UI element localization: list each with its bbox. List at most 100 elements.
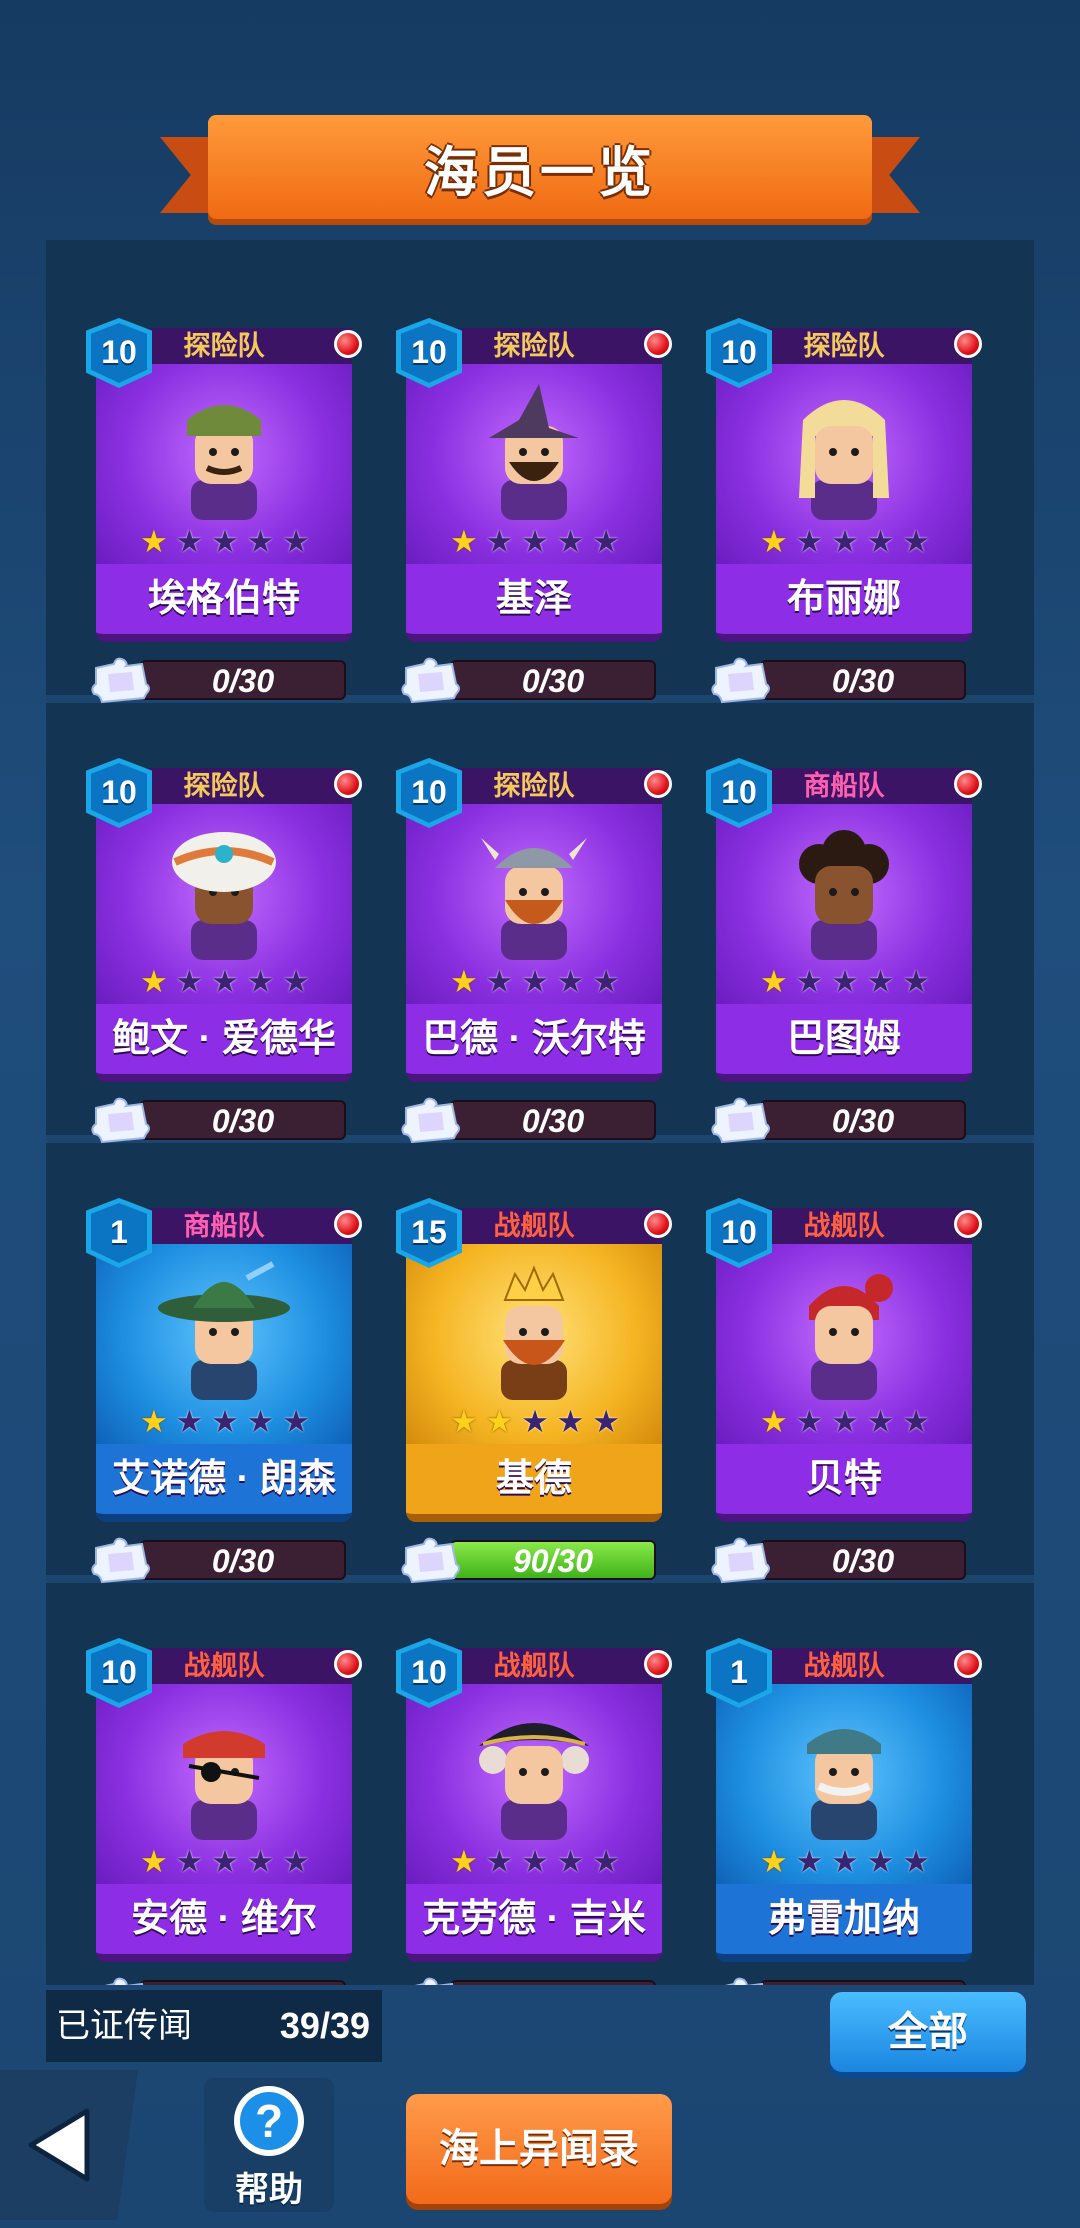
star-rating: ★ ★ ★ ★ ★: [450, 1405, 620, 1439]
fragment-count: 0/30: [211, 663, 275, 699]
crew-card[interactable]: 战舰队1★★★★★弗雷加纳0/30: [706, 1600, 982, 1985]
star-icon: ★: [902, 964, 930, 999]
star-icon: ★: [556, 524, 585, 559]
fragment-bar: 0/30: [140, 660, 346, 700]
star-icon: ★: [556, 964, 585, 999]
star-icon: ★: [140, 1404, 168, 1439]
fragment-count: 0/30: [831, 1543, 895, 1579]
title-banner: 海员一览: [160, 115, 920, 225]
star-icon: ★: [795, 524, 824, 559]
notification-dot-icon: [954, 1650, 982, 1678]
star-icon: ★: [795, 1844, 824, 1879]
crew-card[interactable]: 商船队 1 ★ ★ ★ ★ ★ 艾诺德 · 朗森 0/30: [86, 1160, 362, 1584]
crew-name: 巴图姆: [716, 1004, 972, 1082]
fragment-count: 0/30: [211, 1103, 275, 1139]
star-icon: ★: [140, 524, 168, 559]
fragment-progress: 0/30: [91, 654, 352, 704]
fragment-bar: 0/30: [140, 1100, 346, 1140]
crew-name: 巴德 · 沃尔特: [406, 1004, 662, 1082]
green-hat-avatar-icon: [158, 1261, 290, 1400]
fragment-bar: 0/30: [760, 660, 966, 700]
fragment-bar: 0/30: [140, 1540, 346, 1580]
star-icon: ★: [211, 964, 239, 999]
star-rating: ★ ★ ★ ★ ★: [450, 1845, 620, 1879]
crew-card[interactable]: 探险队 10 ★ ★ ★ ★ ★ 巴德 · 沃尔特 0/30: [396, 720, 672, 1144]
star-icon: ★: [175, 1404, 204, 1439]
star-icon: ★: [140, 1844, 168, 1879]
crew-card[interactable]: 探险队 10 ★ ★ ★ ★ ★ 埃格伯特 0/30: [86, 280, 362, 704]
fragment-bar: 0/30: [140, 1980, 346, 1985]
star-icon: ★: [866, 524, 895, 559]
star-icon: ★: [866, 1844, 895, 1879]
fragment-count: 0/30: [142, 1982, 344, 1985]
crew-name: 安德 · 维尔: [96, 1884, 352, 1962]
star-icon: ★: [831, 964, 859, 999]
banner-plate: 海员一览: [208, 115, 872, 219]
star-icon: ★: [760, 524, 788, 559]
star-icon: ★: [760, 1404, 788, 1439]
crew-card[interactable]: 战舰队10★★★★★安德 · 维尔0/30: [86, 1600, 362, 1985]
crew-card[interactable]: 战舰队 10 ★ ★ ★ ★ ★ 贝特 0/30: [706, 1160, 982, 1584]
star-rating: ★ ★ ★ ★ ★: [140, 525, 310, 559]
fragment-progress: 0/30: [401, 654, 662, 704]
sailor-bandana-avatar-icon: [187, 405, 261, 520]
star-icon: ★: [902, 524, 930, 559]
level-value: 10: [401, 763, 457, 823]
puzzle-piece-icon: [414, 1977, 454, 1985]
star-icon: ★: [521, 1844, 549, 1879]
star-icon: ★: [211, 524, 239, 559]
puzzle-piece-icon: [711, 1097, 770, 1144]
star-icon: ★: [795, 964, 824, 999]
back-arrow-icon: [10, 2082, 110, 2208]
legend-count: 39/39: [279, 2005, 370, 2046]
level-value: 10: [711, 323, 767, 383]
star-rating: ★ ★ ★ ★ ★: [140, 965, 310, 999]
star-rating: ★ ★ ★ ★ ★: [760, 1405, 930, 1439]
star-icon: ★: [795, 1404, 824, 1439]
fragment-count: 0/30: [831, 1103, 895, 1139]
crew-card[interactable]: 战舰队 15 ★ ★ ★ ★ ★ 基德 90/30: [396, 1160, 672, 1584]
puzzle-piece-icon: [401, 1097, 460, 1144]
level-value: 10: [711, 1203, 767, 1263]
star-icon: ★: [282, 964, 310, 999]
star-icon: ★: [902, 1844, 930, 1879]
notification-dot-icon: [954, 330, 982, 358]
fragment-progress: 0/30: [91, 1094, 352, 1144]
star-icon: ★: [175, 1844, 204, 1879]
level-value: 1: [711, 1643, 767, 1703]
wizard-hat-avatar-icon: [489, 384, 579, 520]
fragment-bar: 0/30: [450, 1100, 656, 1140]
level-value: 10: [401, 323, 457, 383]
fragment-progress: 0/30: [96, 1974, 352, 1985]
back-button[interactable]: [0, 2070, 138, 2220]
tricorn-captain-avatar-icon: [479, 1723, 589, 1840]
star-icon: ★: [866, 1404, 895, 1439]
star-icon: ★: [831, 1844, 859, 1879]
filter-all-button[interactable]: 全部: [830, 1992, 1026, 2072]
crew-card[interactable]: 战舰队10★★★★★克劳德 · 吉米0/30: [396, 1600, 672, 1985]
crew-grid[interactable]: 探险队 10 ★ ★ ★ ★ ★ 埃格伯特 0/30 探险队 10 ★ ★ ★ ★ ★ 基泽 0/30 探险队 10 ★…: [46, 240, 1034, 1985]
help-label: 帮助: [235, 2171, 303, 2209]
crew-card[interactable]: 探险队 10 ★ ★ ★ ★ ★ 布丽娜 0/30: [706, 280, 982, 704]
crew-card[interactable]: 探险队 10 ★ ★ ★ ★ ★ 基泽 0/30: [396, 280, 672, 704]
help-button[interactable]: ? 帮助: [204, 2078, 334, 2212]
legend-label: 已证传闻: [56, 2007, 192, 2045]
notification-dot-icon: [954, 770, 982, 798]
star-icon: ★: [175, 524, 204, 559]
crew-card[interactable]: 探险队 10 ★ ★ ★ ★ ★ 鲍文 · 爱德华 0/30: [86, 720, 362, 1144]
crew-name: 埃格伯特: [96, 564, 352, 642]
star-icon: ★: [831, 524, 859, 559]
fragment-bar: 0/30: [760, 1100, 966, 1140]
sea-tales-button[interactable]: 海上异闻录: [406, 2094, 672, 2204]
crowned-king-avatar-icon: [501, 1265, 567, 1400]
star-rating: ★ ★ ★ ★ ★: [140, 1845, 310, 1879]
crew-card[interactable]: 商船队 10 ★ ★ ★ ★ ★ 巴图姆 0/30: [706, 720, 982, 1144]
puzzle-piece-icon: [91, 1537, 150, 1584]
crew-name: 艾诺德 · 朗森: [96, 1444, 352, 1522]
star-icon: ★: [760, 1844, 788, 1879]
star-icon: ★: [592, 524, 620, 559]
fragment-bar: 90/30: [450, 1540, 656, 1580]
star-rating: ★ ★ ★ ★ ★: [760, 965, 930, 999]
notification-dot-icon: [334, 1210, 362, 1238]
crew-name: 克劳德 · 吉米: [406, 1884, 662, 1962]
